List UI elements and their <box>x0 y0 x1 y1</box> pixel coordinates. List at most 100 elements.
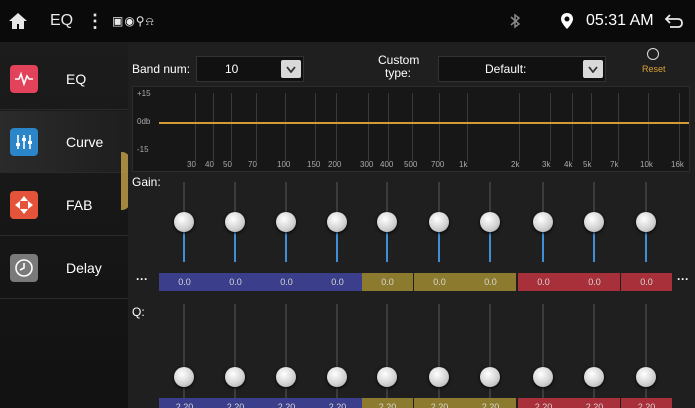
custom-type-label-line2: type: <box>384 66 411 80</box>
freq-tick-label: 200 <box>328 160 342 169</box>
freq-tick-label: 1k <box>459 160 468 169</box>
reset-icon[interactable] <box>647 48 659 60</box>
freq-tick-label: 10k <box>640 160 653 169</box>
gridline <box>519 93 520 161</box>
band-value: 2.20 <box>518 398 569 408</box>
slider-knob[interactable] <box>480 367 500 387</box>
sidebar-item-label: Delay <box>66 259 102 276</box>
slider-knob[interactable] <box>276 367 296 387</box>
band-value: 0.0 <box>159 273 210 291</box>
band-value: 0.0 <box>261 273 312 291</box>
chevron-down-icon <box>281 60 301 78</box>
freq-tick-label: 50 <box>223 160 232 169</box>
frequency-response-graph: +15 0db -15 30 40 50 70 100 150 200 300 400 500 70… <box>132 86 690 172</box>
system-status-icons: ▣◉⚲⍾ <box>112 13 155 28</box>
gridline <box>315 93 316 161</box>
band-value: 0.0 <box>414 273 465 291</box>
sidebar-item-label: FAB <box>66 196 93 213</box>
gridline <box>439 93 440 161</box>
band-value: 2.20 <box>621 398 672 408</box>
freq-tick-label: 5k <box>583 160 592 169</box>
freq-tick-label: 700 <box>431 160 445 169</box>
slider-knob[interactable] <box>584 212 604 232</box>
slider-knob[interactable] <box>225 212 245 232</box>
app-title: EQ <box>50 12 74 29</box>
sidebar-item-curve[interactable]: Curve <box>0 111 128 173</box>
band-value: 0.0 <box>569 273 620 291</box>
slider-knob[interactable] <box>174 212 194 232</box>
band-value: 2.20 <box>414 398 465 408</box>
freq-tick-label: 4k <box>564 160 573 169</box>
reset-button[interactable]: Reset <box>642 64 666 74</box>
gridline <box>679 93 680 161</box>
band-value: 2.20 <box>261 398 312 408</box>
sidebar-item-eq[interactable]: EQ <box>0 48 128 110</box>
freq-tick-label: 70 <box>248 160 257 169</box>
slider-knob[interactable] <box>636 367 656 387</box>
kebab-menu-icon[interactable]: ⋮ <box>86 0 104 42</box>
back-icon[interactable] <box>664 0 684 42</box>
controls-row: Band num: 10 Custom type: Default: Reset <box>128 42 695 88</box>
slider-knob[interactable] <box>225 367 245 387</box>
gridline <box>550 93 551 161</box>
band-value: 0.0 <box>362 273 413 291</box>
slider-knob[interactable] <box>533 212 553 232</box>
custom-type-dropdown[interactable]: Default: <box>438 56 606 82</box>
band-num-label: Band num: <box>132 62 191 76</box>
band-value: 0.0 <box>465 273 516 291</box>
more-right-icon[interactable]: ··· <box>677 272 689 286</box>
freq-tick-label: 400 <box>380 160 394 169</box>
sidebar-item-fab[interactable]: FAB <box>0 174 128 236</box>
band-value: 2.20 <box>569 398 620 408</box>
y-label-zero: 0db <box>137 117 151 126</box>
slider-knob[interactable] <box>327 212 347 232</box>
gridline <box>195 93 196 161</box>
band-value: 0.0 <box>621 273 672 291</box>
gridline <box>336 93 337 161</box>
gridline <box>591 93 592 161</box>
gridline <box>231 93 232 161</box>
eq-curve-line <box>159 122 689 124</box>
sidebar-item-label: Curve <box>66 133 104 150</box>
more-left-icon[interactable]: ··· <box>136 272 148 286</box>
slider-knob[interactable] <box>429 212 449 232</box>
gridline <box>213 93 214 161</box>
slider-knob[interactable] <box>429 367 449 387</box>
custom-type-value: Default: <box>485 62 527 76</box>
gain-value-bar: 0.0 0.0 0.0 0.0 0.0 0.0 0.0 0.0 0.0 0.0 <box>159 273 672 291</box>
clock-icon <box>10 253 38 282</box>
freq-tick-label: 40 <box>205 160 214 169</box>
band-value: 2.20 <box>210 398 261 408</box>
eq-curve-panel: Band num: 10 Custom type: Default: Reset… <box>128 42 695 408</box>
band-num-value: 10 <box>225 62 239 76</box>
slider-knob[interactable] <box>276 212 296 232</box>
slider-knob[interactable] <box>584 367 604 387</box>
gridline <box>648 93 649 161</box>
slider-knob[interactable] <box>174 367 194 387</box>
slider-knob[interactable] <box>480 212 500 232</box>
slider-knob[interactable] <box>533 367 553 387</box>
q-value-bar: 2.20 2.20 2.20 2.20 2.20 2.20 2.20 2.20 2.20 2.20 <box>159 398 672 408</box>
freq-tick-label: 30 <box>187 160 196 169</box>
slider-knob[interactable] <box>327 367 347 387</box>
clock-time: 05:31 AM <box>586 12 654 29</box>
band-value: 2.20 <box>465 398 516 408</box>
band-num-dropdown[interactable]: 10 <box>196 56 304 82</box>
chevron-down-icon <box>583 60 603 78</box>
freq-tick-label: 2k <box>511 160 520 169</box>
sidebar: EQ Curve FAB Delay <box>0 42 130 408</box>
band-value: 2.20 <box>312 398 363 408</box>
gridline <box>618 93 619 161</box>
slider-knob[interactable] <box>636 212 656 232</box>
q-label: Q: <box>132 305 145 319</box>
sidebar-item-delay[interactable]: Delay <box>0 237 128 299</box>
freq-tick-label: 3k <box>542 160 551 169</box>
fader-balance-icon <box>10 190 38 219</box>
band-value: 0.0 <box>518 273 569 291</box>
gain-label: Gain: <box>132 175 161 189</box>
gridline <box>412 93 413 161</box>
home-icon[interactable] <box>8 0 28 42</box>
slider-knob[interactable] <box>377 212 397 232</box>
slider-knob[interactable] <box>377 367 397 387</box>
sliders-icon <box>10 127 38 156</box>
